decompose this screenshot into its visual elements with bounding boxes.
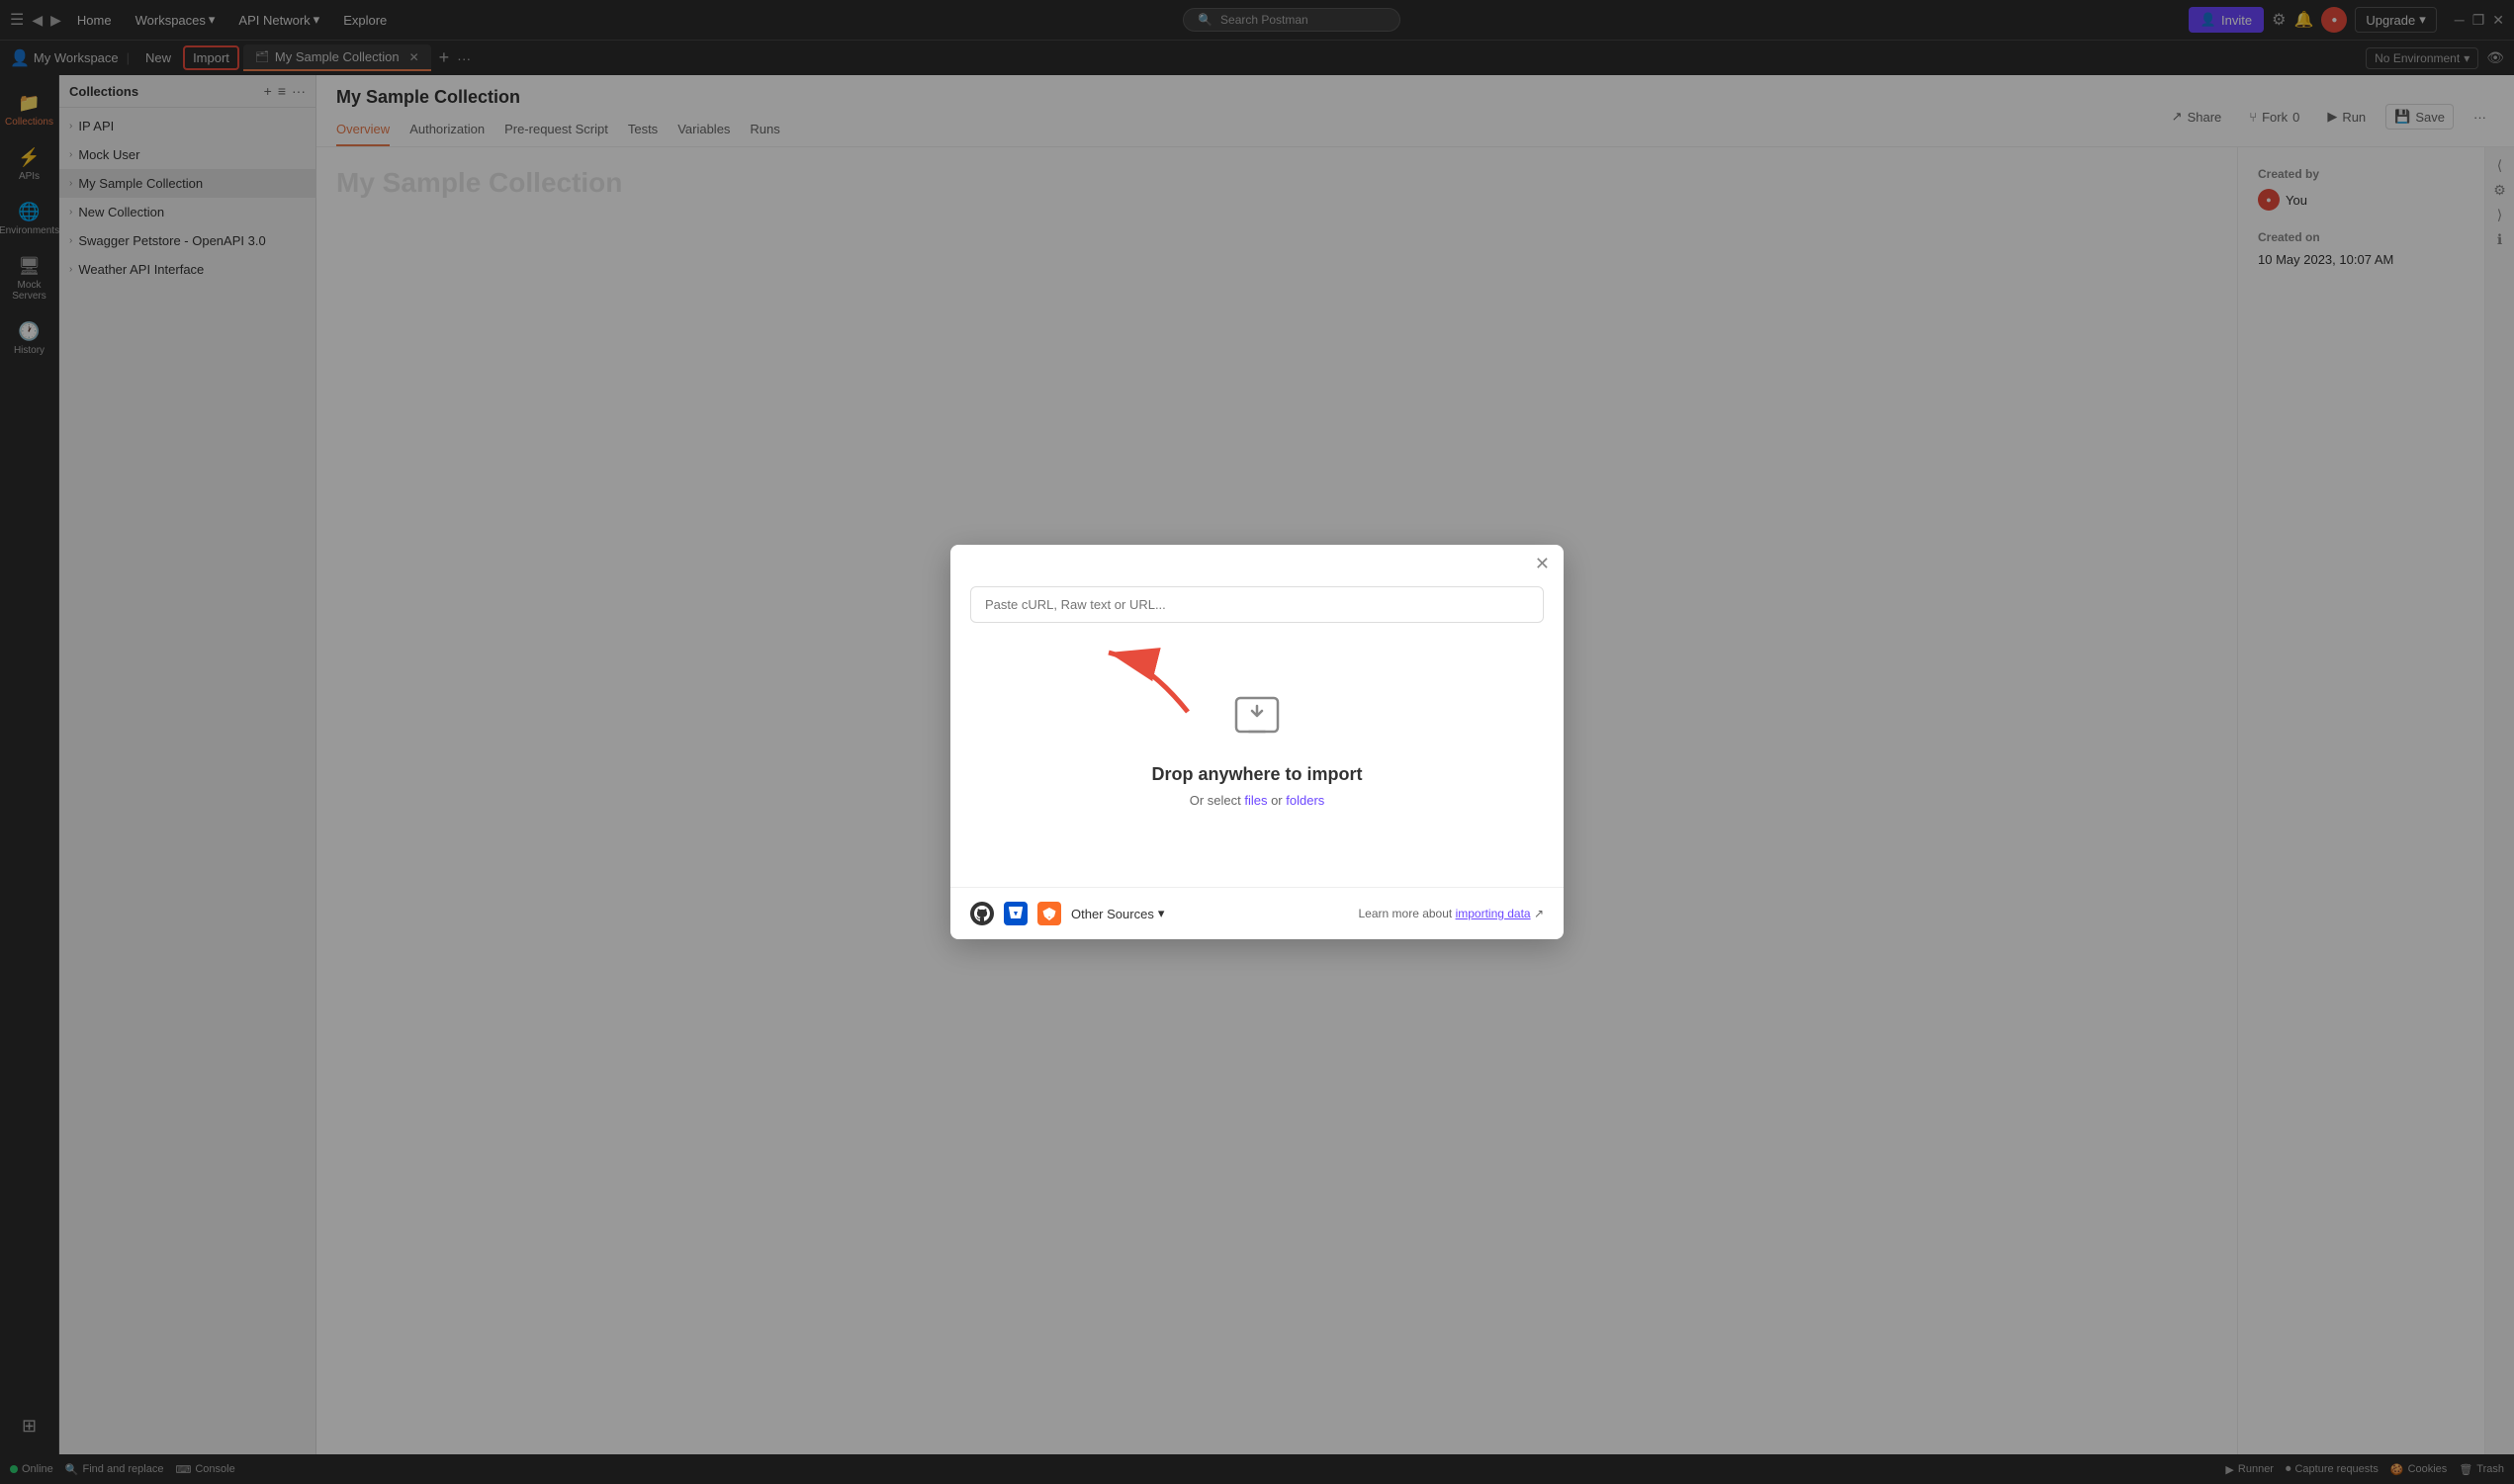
folders-link[interactable]: folders xyxy=(1286,793,1324,808)
bitbucket-icon[interactable] xyxy=(1004,902,1028,925)
modal-close-button[interactable]: ✕ xyxy=(1535,555,1550,572)
importing-data-link[interactable]: importing data xyxy=(1456,907,1531,920)
modal-overlay[interactable]: ✕ xyxy=(0,0,2514,1484)
drop-area[interactable]: Drop anywhere to import Or select files … xyxy=(970,633,1544,867)
modal-body: Drop anywhere to import Or select files … xyxy=(950,572,1564,887)
modal-header: ✕ xyxy=(950,545,1564,572)
other-sources-button[interactable]: Other Sources ▾ xyxy=(1071,906,1164,921)
drop-icon xyxy=(1232,692,1282,750)
red-arrow xyxy=(1089,643,1208,725)
footer-right: Learn more about importing data ↗ xyxy=(1359,907,1545,920)
drop-title: Drop anywhere to import xyxy=(1151,764,1362,785)
url-input[interactable] xyxy=(970,586,1544,623)
drop-subtitle: Or select files or folders xyxy=(1190,793,1325,808)
files-link[interactable]: files xyxy=(1244,793,1267,808)
other-sources-chevron-icon: ▾ xyxy=(1158,906,1165,921)
modal-footer: Other Sources ▾ Learn more about importi… xyxy=(950,887,1564,939)
source-icons: Other Sources ▾ xyxy=(970,902,1164,925)
gitlab-icon[interactable] xyxy=(1037,902,1061,925)
github-icon[interactable] xyxy=(970,902,994,925)
import-modal: ✕ xyxy=(950,545,1564,939)
